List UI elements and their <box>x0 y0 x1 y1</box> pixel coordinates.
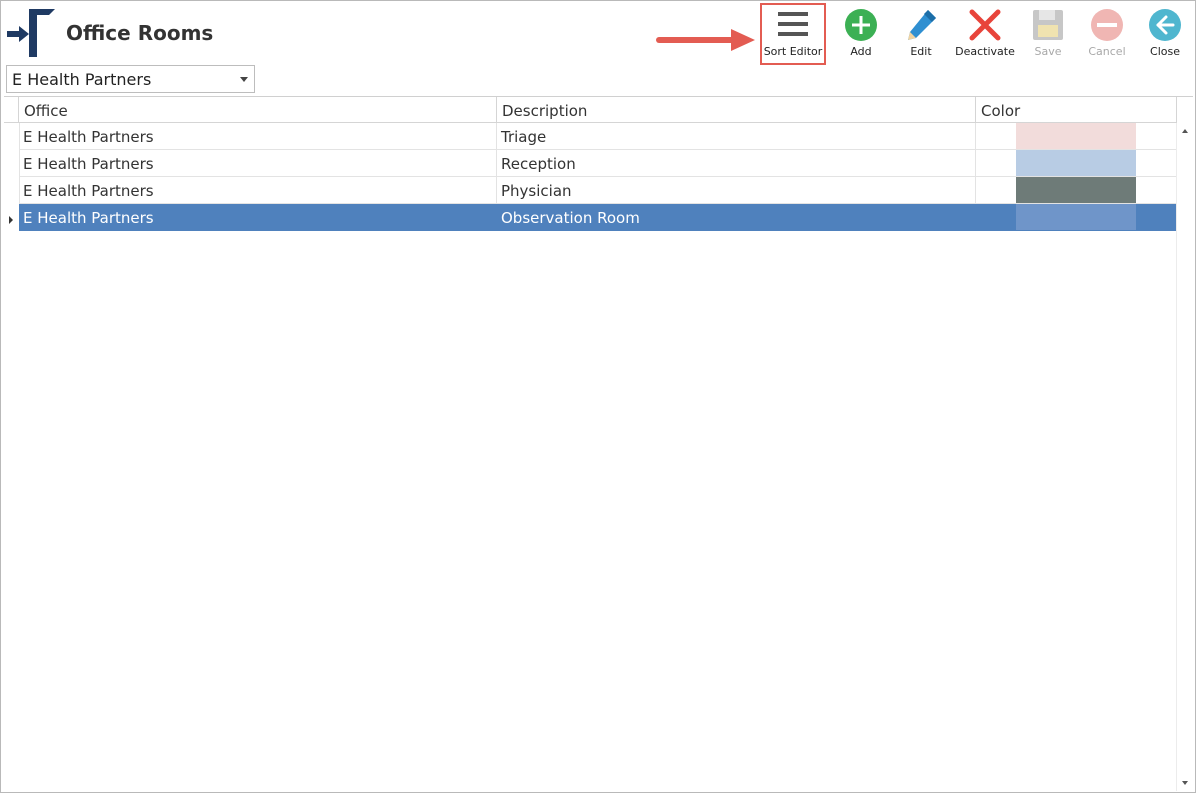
sort-editor-button[interactable]: Sort Editor <box>763 5 823 61</box>
cancel-label: Cancel <box>1088 45 1126 58</box>
column-header-color[interactable]: Color <box>976 97 1177 123</box>
row-header-column <box>4 123 20 231</box>
close-button[interactable]: Close <box>1135 5 1195 61</box>
cancel-button[interactable]: Cancel <box>1077 5 1137 61</box>
cell-color <box>976 204 1176 231</box>
color-swatch <box>1016 177 1136 203</box>
cell-description: Physician <box>497 177 976 204</box>
cell-description: Reception <box>497 150 976 177</box>
column-header-color-label: Color <box>981 102 1021 120</box>
pencil-icon <box>908 10 936 40</box>
cell-office: E Health Partners <box>19 177 497 204</box>
column-header-description-label: Description <box>502 102 588 120</box>
column-header-office-label: Office <box>24 102 68 120</box>
back-arrow-circle-icon <box>1149 9 1181 41</box>
app-logo-icon <box>7 9 55 57</box>
close-label: Close <box>1150 45 1180 58</box>
color-swatch <box>1016 150 1136 176</box>
menu-lines-icon <box>778 12 808 36</box>
x-mark-icon <box>969 9 1001 41</box>
cell-office: E Health Partners <box>19 204 497 231</box>
row-header-corner <box>4 97 19 123</box>
floppy-disk-icon <box>1033 10 1063 40</box>
rooms-grid: Office Description Color E Health Partne… <box>4 96 1194 791</box>
minus-circle-icon <box>1091 9 1123 41</box>
cell-office: E Health Partners <box>19 150 497 177</box>
edit-button[interactable]: Edit <box>891 5 951 61</box>
cell-description: Triage <box>497 123 976 150</box>
scroll-up-icon[interactable] <box>1182 129 1188 133</box>
page-title: Office Rooms <box>66 21 214 45</box>
office-rooms-window: Office Rooms Sort Editor Add Edit Deacti… <box>0 0 1196 793</box>
cell-color <box>976 177 1176 204</box>
add-label: Add <box>850 45 872 58</box>
chevron-down-icon[interactable] <box>240 77 248 82</box>
cell-office: E Health Partners <box>19 123 497 150</box>
cell-description: Observation Room <box>497 204 976 231</box>
cell-color <box>976 123 1176 150</box>
plus-circle-icon <box>845 9 877 41</box>
save-button[interactable]: Save <box>1018 5 1078 61</box>
table-row[interactable]: E Health Partners Observation Room <box>19 204 1176 231</box>
deactivate-label: Deactivate <box>955 45 1015 58</box>
add-button[interactable]: Add <box>831 5 891 61</box>
current-row-indicator-icon <box>9 216 13 224</box>
table-row[interactable]: E Health Partners Physician <box>19 177 1176 204</box>
color-swatch <box>1016 204 1136 230</box>
save-label: Save <box>1034 45 1062 58</box>
annotation-arrow-icon <box>656 29 755 51</box>
office-select[interactable]: E Health Partners <box>6 65 255 93</box>
deactivate-button[interactable]: Deactivate <box>955 5 1015 61</box>
table-row[interactable]: E Health Partners Reception <box>19 150 1176 177</box>
color-swatch <box>1016 123 1136 149</box>
table-row[interactable]: E Health Partners Triage <box>19 123 1176 150</box>
column-header-description[interactable]: Description <box>497 97 976 123</box>
sort-editor-label: Sort Editor <box>763 45 823 58</box>
scroll-down-icon[interactable] <box>1182 781 1188 785</box>
office-select-value: E Health Partners <box>12 70 152 89</box>
edit-label: Edit <box>910 45 932 58</box>
column-header-office[interactable]: Office <box>19 97 497 123</box>
vertical-scrollbar[interactable] <box>1176 123 1194 791</box>
cell-color <box>976 150 1176 177</box>
